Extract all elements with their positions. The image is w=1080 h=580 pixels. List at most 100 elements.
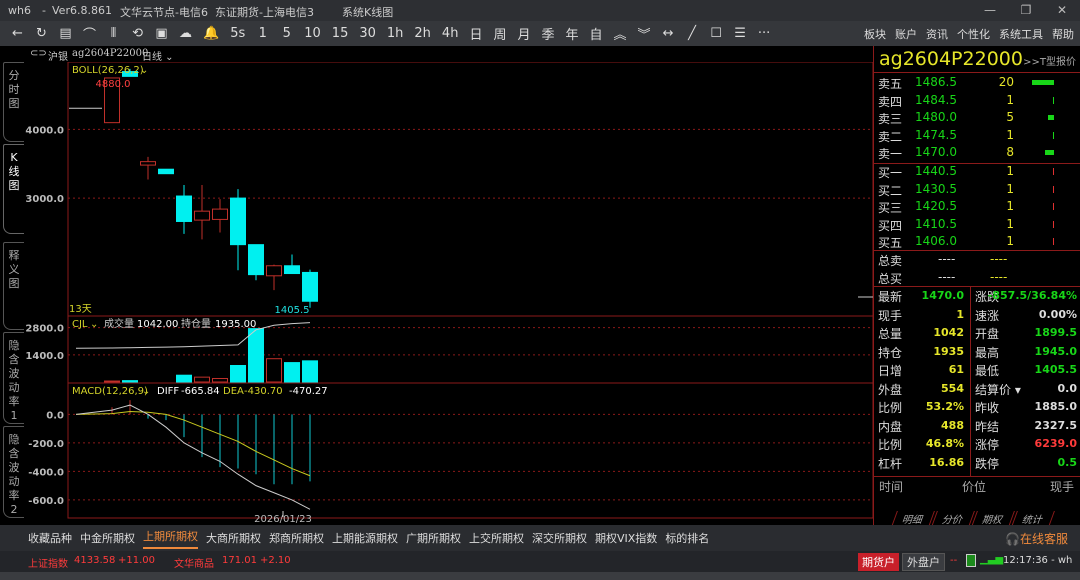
bid-row[interactable]: 买四 1410.5 1	[878, 217, 1078, 234]
toolbar-button-26[interactable]: ↔	[662, 26, 675, 41]
minimize-button[interactable]: —	[972, 0, 1008, 21]
exchange-tab[interactable]: 深交所期权	[532, 530, 587, 546]
menu-item-3[interactable]: 个性化	[957, 26, 990, 42]
exchange-tab[interactable]: 期权VIX指数	[595, 530, 657, 546]
toolbar-button-14[interactable]: 30	[359, 26, 376, 41]
ask-row[interactable]: 卖五 1486.5 20	[878, 75, 1078, 92]
toolbar-button-1[interactable]: ↻	[35, 26, 48, 41]
ask-row[interactable]: 卖二 1474.5 1	[878, 128, 1078, 145]
toolbar-button-12[interactable]: 10	[304, 26, 321, 41]
level-volume: 1	[1006, 181, 1014, 196]
level-label: 卖五	[878, 77, 903, 91]
toolbar-button-30[interactable]: ···	[758, 26, 771, 41]
period-selector[interactable]: 日线 ⌄	[142, 48, 174, 63]
volume-indicator-label[interactable]: CJL	[72, 319, 88, 330]
chevron-down-icon[interactable]: ⌄	[140, 65, 148, 76]
maximize-button[interactable]: ❐	[1008, 0, 1044, 21]
close-button[interactable]: ✕	[1044, 0, 1080, 21]
toolbar-button-19[interactable]: 周	[493, 24, 506, 43]
toolbar-button-21[interactable]: 季	[541, 24, 554, 43]
stat-value: 1	[956, 307, 964, 321]
toolbar-button-8[interactable]: 🔔	[203, 26, 219, 41]
candle-body	[230, 197, 246, 246]
menu-item-2[interactable]: 资讯	[926, 26, 948, 42]
link-icon[interactable]: ⊂⊃	[30, 48, 47, 59]
toolbar-button-9[interactable]: 5s	[230, 26, 245, 41]
exchange-tab[interactable]: 上期所期权	[143, 528, 198, 549]
bid-row[interactable]: 买二 1430.5 1	[878, 182, 1078, 199]
divider	[874, 476, 1080, 477]
menu-item-1[interactable]: 账户	[895, 26, 917, 42]
level-price: 1486.5	[915, 75, 957, 89]
toolbar-button-18[interactable]: 日	[469, 24, 482, 43]
macd-indicator-label[interactable]: MACD(12,26,9)	[72, 386, 148, 397]
candle-body	[248, 244, 264, 276]
separator: --	[950, 555, 958, 566]
toolbar-button-5[interactable]: ⟲	[131, 26, 144, 41]
stat-label: 涨停	[975, 438, 1000, 452]
bid-row[interactable]: 买三 1420.5 1	[878, 199, 1078, 216]
ask-row[interactable]: 卖四 1484.5 1	[878, 93, 1078, 110]
exchange-tab[interactable]: 大商所期权	[206, 530, 261, 546]
volume-bar	[230, 365, 246, 383]
total-label: 总买	[878, 271, 903, 286]
stat-label: 杠杆	[878, 456, 903, 471]
toolbar-button-11[interactable]: 5	[280, 26, 293, 41]
toolbar-button-24[interactable]: ︽	[614, 24, 627, 43]
toolbar-button-17[interactable]: 4h	[442, 26, 459, 41]
exchange-tab[interactable]: 上交所期权	[469, 530, 524, 546]
exchange-tab[interactable]: 上期能源期权	[332, 530, 398, 546]
exchange-tab[interactable]: 中金所期权	[80, 530, 135, 546]
toolbar-button-7[interactable]: ☁	[179, 26, 192, 41]
level-label: 卖四	[878, 94, 903, 109]
toolbar-button-29[interactable]: ☰	[734, 26, 747, 41]
toolbar-button-16[interactable]: 2h	[414, 26, 431, 41]
menu-item-5[interactable]: 帮助	[1052, 26, 1074, 42]
bid-row[interactable]: 买一 1440.5 1	[878, 164, 1078, 181]
toolbar-button-13[interactable]: 15	[332, 26, 349, 41]
title-bar: wh6 - Ver6.8.861 文华云节点-电信6 东证期货-上海电信3 系统…	[0, 0, 1080, 21]
toolbar-button-22[interactable]: 年	[566, 24, 579, 43]
toolbar-button-4[interactable]: ⫴	[107, 26, 120, 41]
foreign-account-button[interactable]: 外盘户	[902, 553, 945, 571]
exchange-tab[interactable]: 郑商所期权	[269, 530, 324, 546]
candle	[176, 185, 192, 234]
volume-bar	[194, 376, 210, 383]
toolbar-button-25[interactable]: ︾	[638, 24, 651, 43]
exchange-tab[interactable]: 标的排名	[665, 530, 709, 546]
chevron-down-icon[interactable]: ⌄	[142, 386, 150, 397]
ask-row[interactable]: 卖三 1480.0 5	[878, 110, 1078, 127]
exchange-name: 沪银	[48, 52, 68, 63]
t-quote-link[interactable]: >>T型报价	[1023, 53, 1076, 68]
chevron-down-icon[interactable]: ⌄	[90, 319, 98, 330]
stat-value: 1935	[933, 344, 964, 358]
bid-row[interactable]: 买五 1406.0 1	[878, 234, 1078, 251]
menu-item-4[interactable]: 系统工具	[999, 26, 1043, 42]
level-volume: 1	[1006, 216, 1014, 231]
exchange-tab[interactable]: 收藏品种	[28, 530, 72, 546]
futures-account-button[interactable]: 期货户	[858, 553, 899, 571]
app-name: wh6	[8, 4, 31, 17]
divider	[874, 286, 1080, 287]
toolbar-button-3[interactable]: ⌒	[83, 24, 96, 43]
candle-body	[194, 210, 210, 221]
toolbar-button-15[interactable]: 1h	[387, 26, 404, 41]
volume-bar	[176, 374, 192, 383]
ask-row[interactable]: 卖一 1470.0 8	[878, 145, 1078, 162]
level-volume: 5	[1006, 110, 1014, 124]
level-label: 买四	[878, 218, 903, 233]
kline-chart[interactable]: 4000.0 3000.0 2800.0 1400.0 0.0 -200.0 -400.0 -…	[0, 62, 873, 525]
toolbar-button-0[interactable]: ←	[11, 26, 24, 41]
toolbar-button-23[interactable]: 自	[590, 24, 603, 43]
toolbar-button-28[interactable]: ☐	[710, 26, 723, 41]
toolbar-button-10[interactable]: 1	[256, 26, 269, 41]
online-service-button[interactable]: 🎧在线客服	[1005, 530, 1068, 547]
boll-indicator-label[interactable]: BOLL(26,26,2)	[72, 65, 144, 76]
toolbar-button-2[interactable]: ▤	[59, 26, 72, 41]
toolbar-button-6[interactable]: ▣	[155, 26, 168, 41]
menu-item-0[interactable]: 板块	[864, 26, 886, 42]
toolbar-button-20[interactable]: 月	[517, 24, 530, 43]
diff-value: -665.84	[181, 386, 220, 397]
exchange-tab[interactable]: 广期所期权	[406, 530, 461, 546]
toolbar-button-27[interactable]: ╱	[686, 26, 699, 41]
